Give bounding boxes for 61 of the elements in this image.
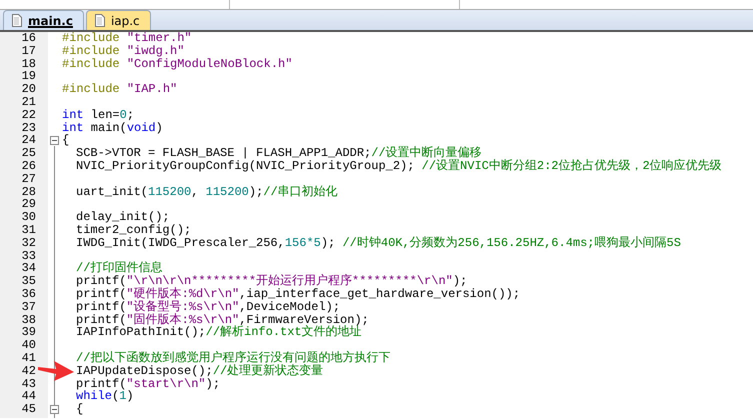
code-line: #include "timer.h" [62, 32, 193, 45]
line-number: 16 [20, 32, 37, 45]
line-number: 32 [20, 236, 37, 250]
code-line: IWDG_Init(IWDG_Prescaler_256,156*5); //时钟40K,分频数为256,156.25HZ,6.4ms;喂狗最小间隔5S [75, 236, 682, 250]
line-number: 34 [20, 262, 37, 276]
code-line: SCB->VTOR = FLASH_BASE | FLASH_APP1_ADDR;//设置中断向量偏移 [75, 147, 483, 160]
file-tab[interactable]: main.c [3, 10, 84, 30]
code-line: printf("硬件版本:%d\r\n",iap_interface_get_hardware_version()); [75, 288, 522, 301]
line-number: 35 [20, 275, 37, 288]
code-line: IAPInfoPathInit();//解析info.txt文件的地址 [75, 326, 362, 340]
line-number: 45 [20, 403, 37, 416]
file-tab[interactable]: iap.c [86, 10, 151, 30]
code-line: printf("设备型号:%s\r\n",DeviceModel); [75, 300, 340, 314]
file-icon [12, 14, 22, 27]
fold-toggle[interactable] [50, 136, 59, 146]
code-line: IAPUpdateDispose();//处理更新状态变量 [75, 364, 324, 378]
line-number: 42 [20, 364, 37, 378]
line-number: 43 [20, 378, 37, 390]
line-number: 28 [20, 186, 37, 198]
line-number: 30 [20, 211, 37, 224]
annotation-arrow [38, 359, 75, 383]
line-number: 17 [20, 44, 37, 58]
line-number: 39 [20, 326, 37, 340]
line-number: 25 [20, 147, 37, 160]
code-line: #include "iwdg.h" [62, 44, 186, 58]
line-number: 22 [20, 108, 37, 122]
code-line: //把以下函数放到感觉用户程序运行没有问题的地方执行下 [75, 352, 392, 365]
line-number: 44 [20, 390, 37, 404]
line-number: 24 [20, 134, 37, 148]
code-line: { [62, 134, 70, 148]
fold-toggle[interactable] [50, 405, 59, 414]
line-number: 31 [20, 224, 37, 237]
code-line: NVIC_PriorityGroupConfig(NVIC_PriorityGroup_2); //设置NVIC中断分组2:2位抢占优先级，2位响应优先级 [75, 160, 723, 173]
line-number: 23 [20, 122, 37, 134]
line-number: 26 [20, 160, 37, 173]
code-line: int main(void) [62, 122, 164, 134]
line-number: 41 [20, 352, 37, 365]
code-line: printf("start\r\n"); [75, 378, 222, 390]
line-number: 20 [20, 83, 37, 96]
line-number: 40 [20, 339, 37, 352]
line-number: 37 [20, 300, 37, 314]
code-line: while(1) [75, 390, 135, 404]
line-number: 18 [20, 58, 37, 70]
code-line: printf("\r\n\r\n*********开始运行用户程序*********\r\n"); [75, 275, 468, 288]
line-number: 19 [20, 70, 37, 84]
code-line: #include "ConfigModuleNoBlock.h" [62, 58, 294, 70]
code-line: printf("固件版本:%s\r\n",FirmwareVersion); [75, 314, 370, 326]
code-line: int len=0; [62, 108, 136, 122]
line-number: 29 [20, 198, 37, 212]
line-number: 38 [20, 314, 37, 326]
file-icon [94, 14, 105, 27]
code-line: { [75, 403, 84, 416]
line-number: 33 [20, 250, 37, 262]
line-number: 36 [20, 288, 37, 301]
code-line: timer2_config(); [75, 224, 192, 237]
code-line: #include "IAP.h" [62, 83, 178, 96]
code-line: uart_init(115200, 115200);//串口初始化 [75, 186, 339, 198]
code-line: delay_init(); [75, 211, 170, 224]
code-line: //打印固件信息 [75, 262, 162, 276]
line-number: 27 [20, 172, 37, 186]
line-number: 21 [20, 96, 37, 109]
